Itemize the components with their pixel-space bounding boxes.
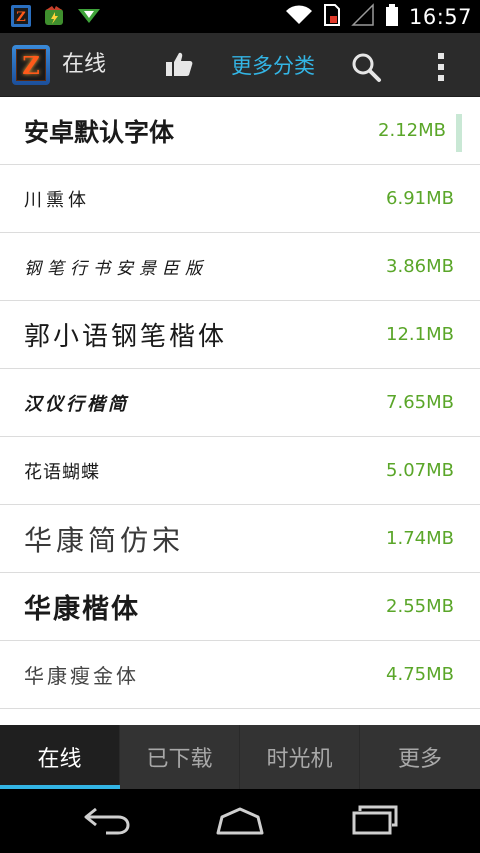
font-file-size: 12.1MB (386, 324, 454, 345)
signal-icon (351, 3, 375, 31)
font-file-size: 2.55MB (386, 596, 454, 617)
font-list-item[interactable]: 华康楷体 2.55MB (0, 573, 480, 641)
font-name: 华康瘦金体 (24, 664, 139, 688)
tab-label: 已下载 (146, 747, 213, 772)
font-file-size: 3.86MB (386, 256, 454, 277)
overflow-menu-icon[interactable] (436, 51, 446, 87)
tab-label: 时光机 (266, 747, 333, 772)
action-bar: Z 在线 更多分类 (0, 33, 480, 97)
font-list-item[interactable]: 川熏体 6.91MB (0, 165, 480, 233)
font-list: 安卓默认字体 2.12MB 川熏体 6.91MB 钢笔行书安景臣版 3.86MB… (0, 97, 480, 725)
tab-time-machine[interactable]: 时光机 (240, 725, 360, 789)
font-file-size: 2.12MB (378, 120, 446, 141)
font-list-item[interactable]: 华康简仿宋 1.74MB (0, 505, 480, 573)
system-nav-bar (0, 789, 480, 853)
thumbs-up-icon[interactable] (164, 49, 194, 83)
font-list-item[interactable]: 钢笔行书安景臣版 3.86MB (0, 233, 480, 301)
svg-text:Z: Z (16, 10, 26, 25)
system-indicators: 16:57 (285, 3, 472, 31)
back-icon[interactable] (82, 803, 132, 841)
font-name: 华康简仿宋 (24, 523, 185, 557)
clock: 16:57 (408, 4, 472, 29)
font-file-size: 5.07MB (386, 460, 454, 481)
page-title: 在线 (62, 52, 107, 77)
app-logo-icon[interactable]: Z (12, 45, 50, 85)
tab-downloaded[interactable]: 已下载 (120, 725, 240, 789)
sim-card-icon (323, 3, 341, 31)
zfont-app-icon: Z (10, 4, 32, 32)
font-name: 郭小语钢笔楷体 (24, 322, 228, 352)
notification-icons: Z (10, 4, 102, 32)
tab-online[interactable]: 在线 (0, 725, 120, 789)
font-list-item[interactable]: 汉仪行楷简 7.65MB (0, 369, 480, 437)
font-name: 汉仪行楷简 (24, 393, 129, 415)
search-icon[interactable] (350, 51, 382, 87)
font-name: 川熏体 (24, 189, 90, 211)
game-notification-icon (42, 4, 66, 32)
tab-label: 在线 (37, 747, 82, 772)
recent-apps-icon[interactable] (350, 803, 400, 841)
font-file-size: 1.74MB (386, 528, 454, 549)
font-list-item[interactable]: 郭小语钢笔楷体 12.1MB (0, 301, 480, 369)
more-categories-button[interactable]: 更多分类 (231, 51, 315, 81)
wifi-icon (285, 4, 313, 30)
font-name: 华康楷体 (24, 594, 140, 625)
bottom-tab-bar: 在线 已下载 时光机 更多 (0, 725, 480, 789)
download-notification-icon (76, 6, 102, 30)
font-name: 安卓默认字体 (24, 117, 175, 147)
tab-more[interactable]: 更多 (360, 725, 480, 789)
battery-icon (385, 3, 399, 31)
font-list-item[interactable]: 华康瘦金体 4.75MB (0, 641, 480, 709)
tab-label: 更多 (397, 747, 442, 772)
font-file-size: 7.65MB (386, 392, 454, 413)
scrollbar-thumb[interactable] (456, 114, 462, 152)
font-name: 钢笔行书安景臣版 (24, 259, 208, 279)
font-name: 花语蝴蝶 (24, 461, 100, 483)
font-list-item[interactable]: 花语蝴蝶 5.07MB (0, 437, 480, 505)
font-file-size: 6.91MB (386, 188, 454, 209)
home-icon[interactable] (214, 803, 266, 841)
app-screen: Z 16:57 Z 在线 更多分类 安卓默认字体 2.12MB 川熏体 6.91… (0, 0, 480, 853)
font-file-size: 4.75MB (386, 664, 454, 685)
font-list-item[interactable]: 安卓默认字体 2.12MB (0, 97, 480, 165)
status-bar: Z 16:57 (0, 0, 480, 33)
